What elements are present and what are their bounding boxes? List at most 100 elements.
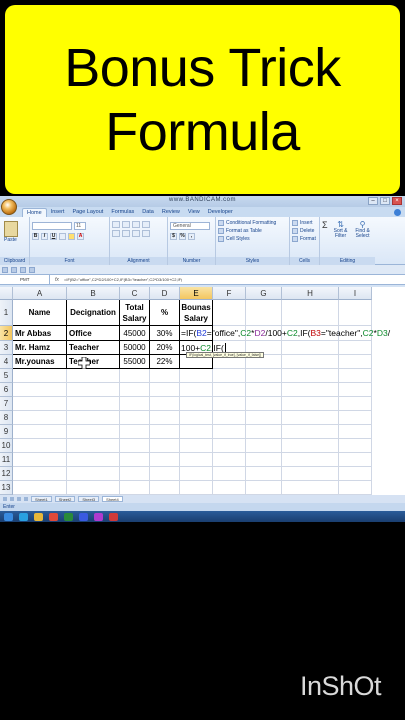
excel-icon[interactable] [64, 512, 73, 521]
column-header-H[interactable]: H [282, 287, 339, 300]
find-select-button[interactable]: ⚲ Find & Select [354, 220, 372, 239]
grid-cell[interactable] [213, 439, 246, 453]
row-header-13[interactable]: 13 [0, 481, 13, 495]
fill-color-button[interactable] [68, 233, 75, 240]
grid-cell[interactable] [180, 467, 213, 481]
sheet-tab-sheet3[interactable]: Sheet3 [78, 496, 100, 502]
merge-icon[interactable] [142, 230, 150, 237]
grid-cell[interactable] [339, 453, 372, 467]
grid-cell[interactable] [246, 439, 282, 453]
row-header-11[interactable]: 11 [0, 453, 13, 467]
grid-cell[interactable] [282, 355, 339, 369]
grid-cell[interactable] [120, 439, 150, 453]
select-all-corner[interactable] [0, 287, 13, 300]
grid-cell[interactable] [180, 425, 213, 439]
table-cell-designation[interactable]: Office [67, 326, 120, 341]
tab-data[interactable]: Data [138, 208, 158, 217]
table-cell-salary[interactable]: 50000 [120, 341, 150, 355]
grid-cell[interactable] [180, 453, 213, 467]
grid-cell[interactable] [246, 397, 282, 411]
grid-cell[interactable] [13, 425, 67, 439]
format-cells-button[interactable]: Format [292, 235, 317, 243]
grid-cell[interactable] [150, 453, 180, 467]
grid-cell[interactable] [246, 369, 282, 383]
column-header-G[interactable]: G [246, 287, 282, 300]
currency-button[interactable]: $ [170, 233, 177, 240]
grid-cell[interactable] [339, 300, 372, 326]
sheet-nav-icon[interactable] [10, 497, 14, 501]
grid-cell[interactable] [150, 369, 180, 383]
grid-cell[interactable] [180, 439, 213, 453]
grid-cell[interactable] [180, 411, 213, 425]
office-button-icon[interactable] [1, 199, 17, 215]
grid-cell[interactable] [213, 300, 246, 326]
grid-cell[interactable] [180, 369, 213, 383]
grid-cell[interactable] [67, 481, 120, 495]
grid-cell[interactable] [339, 383, 372, 397]
grid-cell[interactable] [339, 467, 372, 481]
grid-cell[interactable] [282, 369, 339, 383]
grid-cell[interactable] [213, 467, 246, 481]
column-header-A[interactable]: A [13, 287, 67, 300]
grid-cell[interactable] [13, 439, 67, 453]
column-header-C[interactable]: C [120, 287, 150, 300]
grid-cell[interactable] [213, 397, 246, 411]
number-format-box[interactable]: General [170, 222, 210, 230]
grid-cell[interactable] [213, 425, 246, 439]
grid-cell[interactable] [180, 481, 213, 495]
minimize-icon[interactable]: – [368, 197, 378, 205]
table-cell-designation[interactable]: Teacher [67, 341, 120, 355]
grid-cell[interactable] [13, 369, 67, 383]
grid-cell[interactable] [13, 453, 67, 467]
column-header-E[interactable]: E [180, 287, 213, 300]
redo-icon[interactable] [20, 266, 26, 273]
tab-developer[interactable]: Developer [204, 208, 237, 217]
grid-cell[interactable] [213, 383, 246, 397]
grid-cell[interactable] [13, 467, 67, 481]
align-right-icon[interactable] [132, 230, 140, 237]
grid-cell[interactable] [180, 383, 213, 397]
grid-cell[interactable] [339, 411, 372, 425]
grid-cell[interactable] [282, 453, 339, 467]
grid-cell[interactable] [120, 425, 150, 439]
column-header-F[interactable]: F [213, 287, 246, 300]
border-button[interactable] [59, 233, 66, 240]
sheet-nav-icon[interactable] [24, 497, 28, 501]
grid-cell[interactable] [150, 411, 180, 425]
tab-view[interactable]: View [184, 208, 204, 217]
row-header-9[interactable]: 9 [0, 425, 13, 439]
row-header-8[interactable]: 8 [0, 411, 13, 425]
italic-button[interactable]: I [41, 233, 48, 240]
grid-cell[interactable] [282, 300, 339, 326]
table-cell-name[interactable]: Mr Abbas [13, 326, 67, 341]
grid-cell[interactable] [180, 397, 213, 411]
table-cell-salary[interactable]: 45000 [120, 326, 150, 341]
fx-icon[interactable]: fx [50, 277, 64, 283]
tab-insert[interactable]: Insert [47, 208, 69, 217]
align-bottom-icon[interactable] [132, 221, 140, 228]
paste-label[interactable]: Paste [4, 237, 27, 243]
cell-styles-button[interactable]: Cell Styles [218, 235, 287, 243]
word-icon[interactable] [79, 512, 88, 521]
grid-cell[interactable] [282, 383, 339, 397]
grid-cell[interactable] [67, 411, 120, 425]
table-cell-designation[interactable]: Teacher [67, 355, 120, 369]
grid-cell[interactable] [67, 425, 120, 439]
align-middle-icon[interactable] [122, 221, 130, 228]
grid-cell[interactable] [67, 397, 120, 411]
row-header-3[interactable]: 3 [0, 341, 13, 355]
underline-button[interactable]: U [50, 233, 57, 240]
align-center-icon[interactable] [122, 230, 130, 237]
grid-cell[interactable] [67, 439, 120, 453]
row-header-7[interactable]: 7 [0, 397, 13, 411]
table-cell-pct[interactable]: 22% [150, 355, 180, 369]
column-header-I[interactable]: I [339, 287, 372, 300]
row-header-2[interactable]: 2 [0, 326, 13, 341]
grid-cell[interactable] [67, 453, 120, 467]
table-cell-pct[interactable]: 30% [150, 326, 180, 341]
table-cell-pct[interactable]: 20% [150, 341, 180, 355]
grid-cell[interactable] [213, 453, 246, 467]
bold-button[interactable]: B [32, 233, 39, 240]
grid-cell[interactable] [339, 439, 372, 453]
name-box[interactable]: PMT [0, 275, 50, 284]
